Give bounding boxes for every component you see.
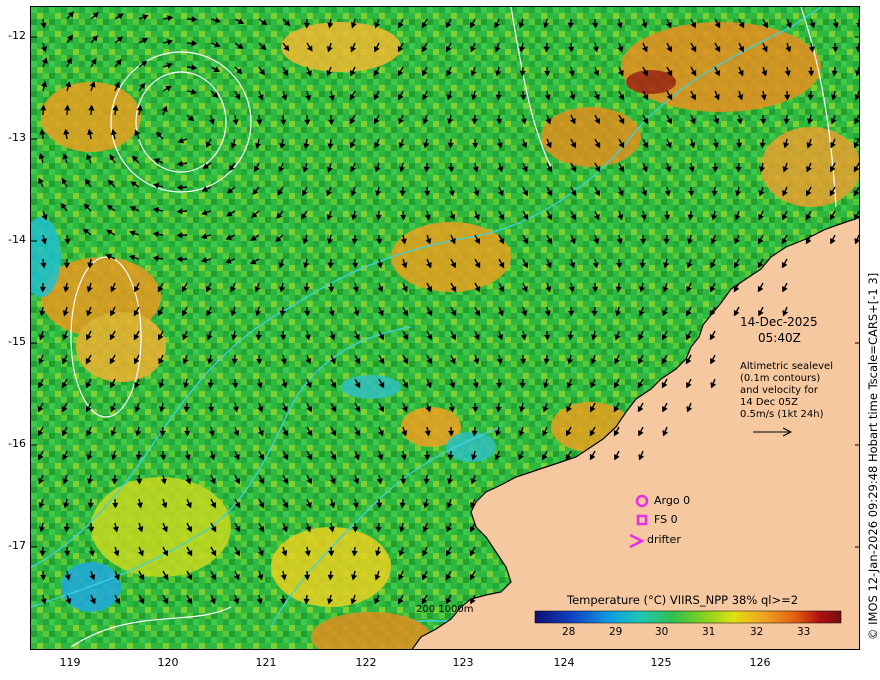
colorbar-tick: 33 (797, 626, 811, 638)
lon-label: 125 (650, 656, 672, 669)
altimetry-note-line: 14 Dec 05Z (740, 397, 799, 408)
altimetry-note-line: (0.1m contours) (740, 373, 821, 384)
argo-label: Argo 0 (654, 494, 691, 507)
lat-label: -13 (8, 131, 26, 144)
lat-label: -17 (8, 539, 26, 552)
map-canvas[interactable] (31, 7, 860, 650)
date-label: 14-Dec-2025 (740, 315, 818, 329)
drifter-label: drifter (647, 533, 681, 546)
lon-label: 126 (749, 656, 771, 669)
time-label: 05:40Z (758, 331, 801, 345)
lon-label: 121 (255, 656, 277, 669)
lat-label: -16 (8, 437, 26, 450)
altimetry-note-line: 0.5m/s (1kt 24h) (740, 409, 824, 420)
lon-label: 122 (355, 656, 377, 669)
colorbar-tick: 28 (562, 626, 576, 638)
altimetry-note-line: and velocity for (740, 385, 819, 396)
colorbar-tick: 29 (609, 626, 623, 638)
colorbar-tick: 30 (655, 626, 669, 638)
lat-label: -15 (8, 335, 26, 348)
lat-label: -14 (8, 233, 26, 246)
lon-label: 120 (157, 656, 179, 669)
velocity-arrow-head (855, 70, 859, 77)
lat-label: -12 (8, 29, 26, 42)
colorbar-title: Temperature (°C) VIIRS_NPP 38% ql>=2 (567, 593, 799, 607)
colorbar-tick: 32 (750, 626, 764, 638)
fs-label: FS 0 (654, 513, 678, 526)
colorbar-tick: 31 (702, 626, 716, 638)
lon-label: 124 (553, 656, 575, 669)
colorbar (534, 610, 842, 624)
lon-label: 123 (452, 656, 474, 669)
lon-label: 119 (59, 656, 81, 669)
bathymetry-legend-label: 200 1000m (416, 604, 474, 615)
sst-map[interactable] (30, 6, 860, 650)
credit-text: © IMOS 12-Jan-2026 09:29:48 Hobart time … (866, 272, 880, 640)
altimetry-note-line: Altimetric sealevel (740, 361, 833, 372)
